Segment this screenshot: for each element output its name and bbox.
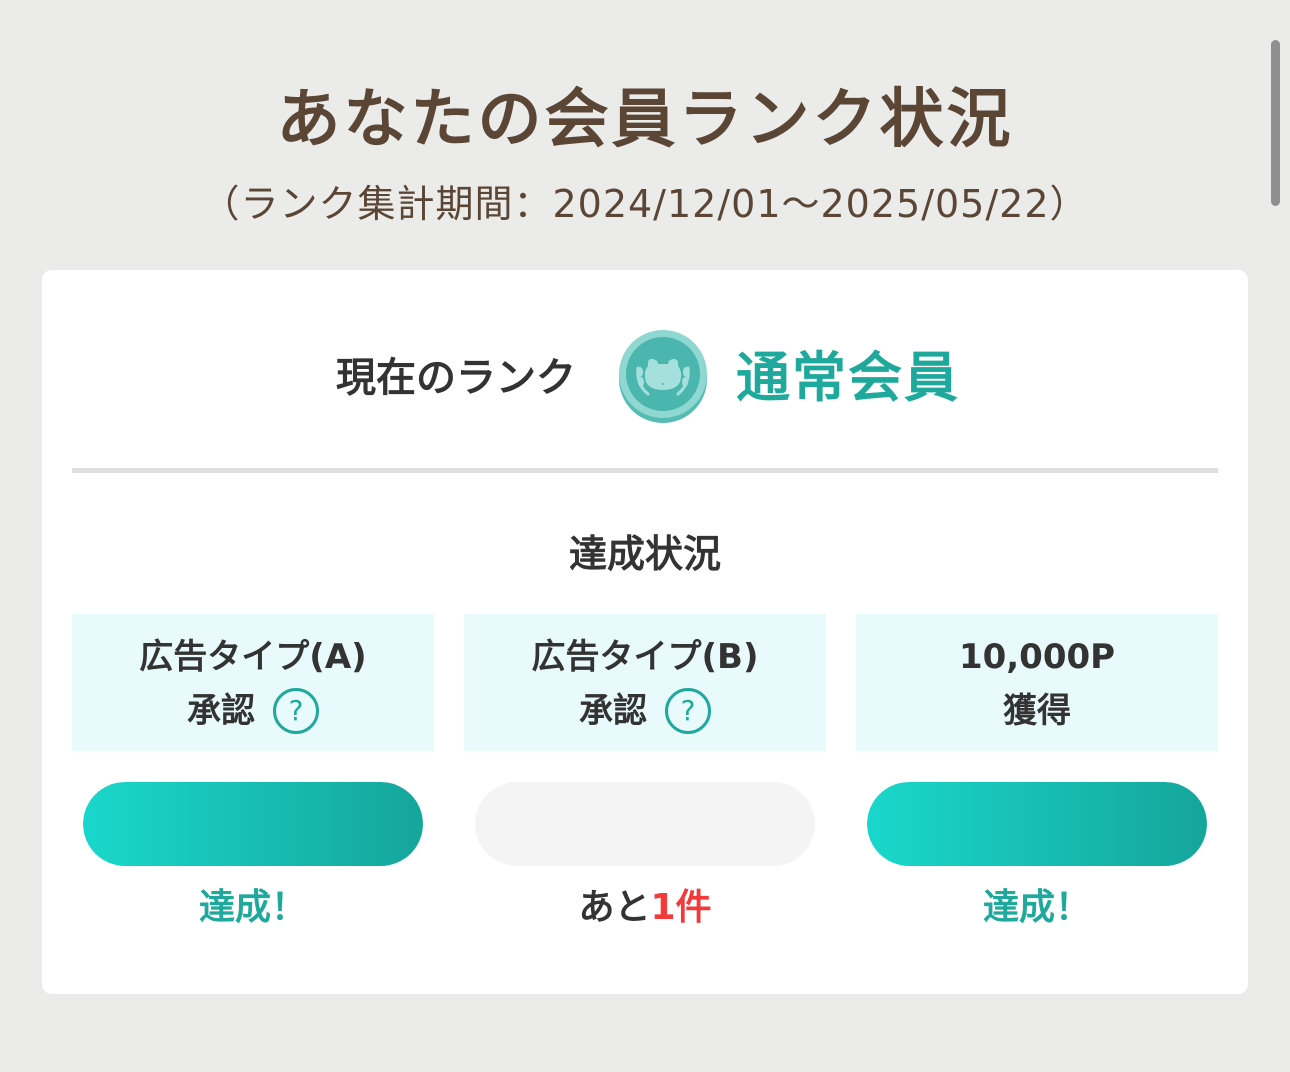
ranking-period: （ランク集計期間：2024/12/01〜2025/05/22） bbox=[201, 182, 1089, 226]
condition-points: 10,000P 獲得 達成！ bbox=[856, 614, 1218, 934]
condition-ad-type-a: 広告タイプ(A) 承認 ? 達成！ bbox=[72, 614, 434, 934]
status-achieved: 達成！ bbox=[198, 887, 307, 928]
current-rank-label: 現在のランク bbox=[336, 355, 576, 401]
condition-sublabel: 獲得 bbox=[1003, 691, 1071, 731]
condition-sublabel: 承認 bbox=[187, 691, 255, 731]
progress-bar bbox=[475, 782, 815, 866]
progress-bar-fill bbox=[83, 782, 423, 866]
question-circle-icon[interactable]: ? bbox=[665, 688, 711, 734]
condition-box: 広告タイプ(A) 承認 ? bbox=[72, 614, 434, 751]
condition-box: 10,000P 獲得 bbox=[856, 614, 1218, 751]
status-achieved: 達成！ bbox=[982, 887, 1091, 928]
status-remaining-prefix: あと bbox=[578, 887, 651, 928]
scrollbar[interactable] bbox=[1271, 40, 1280, 206]
page-title: あなたの会員ランク状況 bbox=[276, 83, 1014, 157]
condition-label: 広告タイプ(A) bbox=[139, 637, 367, 677]
condition-label: 10,000P bbox=[958, 637, 1116, 677]
condition-label: 広告タイプ(B) bbox=[531, 637, 759, 677]
condition-box: 広告タイプ(B) 承認 ? bbox=[464, 614, 826, 751]
current-rank-name: 通常会員 bbox=[736, 346, 960, 409]
achievement-title: 達成状況 bbox=[568, 532, 721, 576]
hippo-medal-icon bbox=[619, 330, 707, 423]
progress-bar-fill bbox=[867, 782, 1207, 866]
status-remaining-count: 1件 bbox=[650, 887, 712, 928]
rank-status-page: あなたの会員ランク状況 （ランク集計期間：2024/12/01〜2025/05/… bbox=[0, 0, 1290, 1072]
progress-bar bbox=[83, 782, 423, 866]
rank-card: 現在のランク 通常会員 達成状況 広告タイプ(A) 承認 ? 達成！ 広告タイプ… bbox=[42, 270, 1248, 994]
condition-ad-type-b: 広告タイプ(B) 承認 ? あと1件 bbox=[464, 614, 826, 934]
status-remaining: あと1件 bbox=[464, 882, 826, 934]
question-circle-icon[interactable]: ? bbox=[273, 688, 319, 734]
current-rank-row: 現在のランク 通常会員 bbox=[42, 328, 1248, 428]
condition-sublabel: 承認 bbox=[579, 691, 647, 731]
divider bbox=[72, 468, 1218, 473]
progress-bar bbox=[867, 782, 1207, 866]
